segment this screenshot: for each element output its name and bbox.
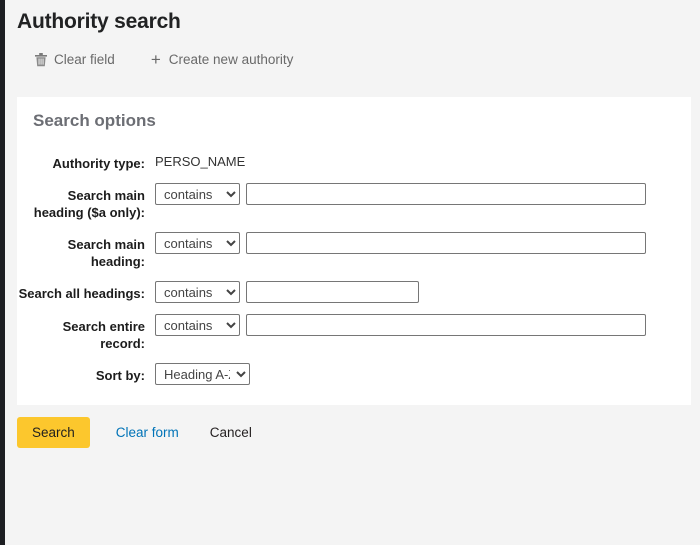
action-bar: Search Clear form Cancel [17,417,252,448]
controls-search-main-heading: contains [145,232,646,254]
label-search-all-headings: Search all headings: [17,281,145,302]
operator-select-main-heading[interactable]: contains [155,232,240,254]
authority-type-value: PERSO_NAME [155,151,245,169]
clear-field-label: Clear field [54,52,115,67]
search-options-card: Search options Authority type: PERSO_NAM… [17,97,691,405]
operator-select-all-headings[interactable]: contains [155,281,240,303]
plus-icon: + [149,52,163,67]
controls-authority-type: PERSO_NAME [145,151,245,169]
search-form: Authority type: PERSO_NAME Search main h… [17,131,691,385]
row-search-main-heading-subfield-a: Search main heading ($a only): contains [17,183,691,221]
search-input-main-heading-subfield-a[interactable] [246,183,646,205]
sort-by-select[interactable]: Heading A-Z [155,363,250,385]
search-input-main-heading[interactable] [246,232,646,254]
page-title: Authority search [5,0,700,34]
row-search-entire-record: Search entire record: contains [17,314,691,352]
label-sort-by: Sort by: [17,363,145,384]
search-input-entire-record[interactable] [246,314,646,336]
label-authority-type: Authority type: [17,151,145,172]
create-new-authority-button[interactable]: + Create new authority [147,50,296,69]
page-container: Authority search Clear field + Create ne… [5,0,700,545]
clear-form-link[interactable]: Clear form [116,425,179,440]
operator-select-entire-record[interactable]: contains [155,314,240,336]
search-options-heading: Search options [17,97,691,131]
label-search-main-heading: Search main heading: [17,232,145,270]
trash-icon [34,52,48,67]
toolbar: Clear field + Create new authority [5,34,700,81]
search-input-all-headings[interactable] [246,281,419,303]
operator-select-main-heading-subfield-a[interactable]: contains [155,183,240,205]
clear-field-button[interactable]: Clear field [32,50,117,69]
label-search-main-heading-subfield-a: Search main heading ($a only): [17,183,145,221]
search-button[interactable]: Search [17,417,90,448]
label-search-entire-record: Search entire record: [17,314,145,352]
row-search-main-heading: Search main heading: contains [17,232,691,270]
row-authority-type: Authority type: PERSO_NAME [17,151,691,172]
create-new-authority-label: Create new authority [169,52,294,67]
row-search-all-headings: Search all headings: contains [17,281,691,303]
cancel-link[interactable]: Cancel [210,425,252,440]
row-sort-by: Sort by: Heading A-Z [17,363,691,385]
controls-search-entire-record: contains [145,314,646,336]
controls-search-main-heading-subfield-a: contains [145,183,646,205]
controls-sort-by: Heading A-Z [145,363,250,385]
controls-search-all-headings: contains [145,281,419,303]
